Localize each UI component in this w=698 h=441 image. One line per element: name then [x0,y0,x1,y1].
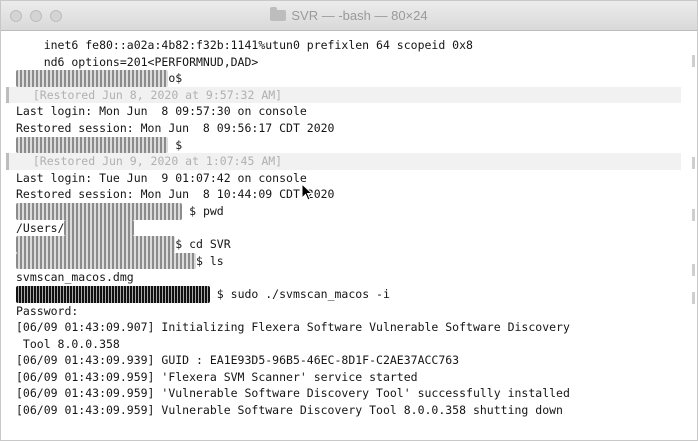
mouse-pointer-icon [301,183,314,201]
terminal-line: inet6 fe80::a02a:4b82:f32b:1141%utun0 pr… [16,38,473,52]
terminal-line: [06/09 01:43:09.959] Vulnerable Software… [16,403,563,418]
terminal-line: xxxxxxxx xxxxxxxx xxxxxxxx$ ls [16,252,691,270]
title-bar[interactable]: SVR — -bash — 80×24 [1,1,697,31]
path-prefix: /Users/ [16,220,65,235]
terminal-line: [06/09 01:43:09.959] 'Flexera SVM Scanne… [16,369,418,384]
terminal-line: xxxxxxxx xxxxxxxx xxxxo$ [16,70,691,87]
terminal-output[interactable]: inet6 fe80::a02a:4b82:f32b:1141%utun0 pr… [1,31,691,440]
restored-session-marker: [Restored Jun 9, 2020 at 1:07:45 AM] [6,153,681,170]
terminal-line: nd6 options=201<PERFORMNUD,DAD> [16,54,259,69]
terminal-line: [06/09 01:43:09.939] GUID : EA1E93D5-96B… [16,353,460,368]
redacted-username: xxxxxxxxxx [64,219,134,237]
terminal-line: Tool 8.0.0.358 [16,336,120,351]
window-title-text: SVR — -bash — 80×24 [291,8,428,23]
terminal-line: Last login: Mon Jun 8 09:57:30 on consol… [16,104,307,119]
scrollbar[interactable] [689,31,695,440]
scroll-marker [692,55,695,67]
terminal-line: xxxxxxxxxx xxxxxxxxx xxxxxxx $ sudo ./sv… [16,285,691,303]
terminal-window: SVR — -bash — 80×24 inet6 fe80::a02a:4b8… [0,0,698,441]
redacted-hostname: xxxxxxxx xxxxxxxx xxxxxx [16,202,183,220]
prompt-command: o$ [168,71,183,86]
prompt-command: $ sudo ./svmscan_macos -i [209,286,390,301]
scroll-marker [692,264,695,276]
prompt-command: $ ls [196,253,224,268]
terminal-line: svmscan_macos.dmg [16,270,134,285]
terminal-line: xxxxxxxx xxxxxxxx xxxxxx $ pwd [16,202,691,220]
terminal-line: Restored session: Mon Jun 8 09:56:17 CDT… [16,120,335,135]
prompt-command: $ cd SVR [175,237,231,252]
terminal-line: [06/09 01:43:09.959] 'Vulnerable Softwar… [16,386,570,401]
terminal-line: Restored session: Mon Jun 8 10:44:09 CDT… [16,187,335,202]
prompt-command: $ [168,137,183,152]
scroll-marker [692,157,695,169]
terminal-line: Last login: Tue Jun 9 01:07:42 on consol… [16,170,307,185]
redacted-hostname: xxxxxxxx xxxxxxxx xxxxx [16,236,176,253]
window-title: SVR — -bash — 80×24 [1,7,697,23]
terminal-line: /Users/xxxxxxxxxx [16,219,691,237]
terminal-line: xxxxxxxx xxxxxxxx xxxx $ [16,136,691,154]
redacted-hostname: xxxxxxxxxx xxxxxxxxx xxxxxxx [16,285,210,303]
redacted-hostname: xxxxxxxx xxxxxxxx xxxx [16,136,169,154]
redacted-hostname: xxxxxxxx xxxxxxxx xxxxxxxx [16,252,197,270]
scroll-marker [692,292,695,304]
scroll-marker [692,209,695,221]
terminal-line: [06/09 01:43:09.907] Initializing Flexer… [16,320,570,335]
terminal-line: Password: [16,303,79,318]
prompt-command: $ pwd [182,203,224,218]
folder-icon [270,7,287,21]
redacted-hostname: xxxxxxxx xxxxxxxx xxxx [16,70,169,87]
terminal-line: xxxxxxxx xxxxxxxx xxxxx$ cd SVR [16,236,691,253]
restored-session-marker: [Restored Jun 8, 2020 at 9:57:32 AM] [6,86,681,104]
